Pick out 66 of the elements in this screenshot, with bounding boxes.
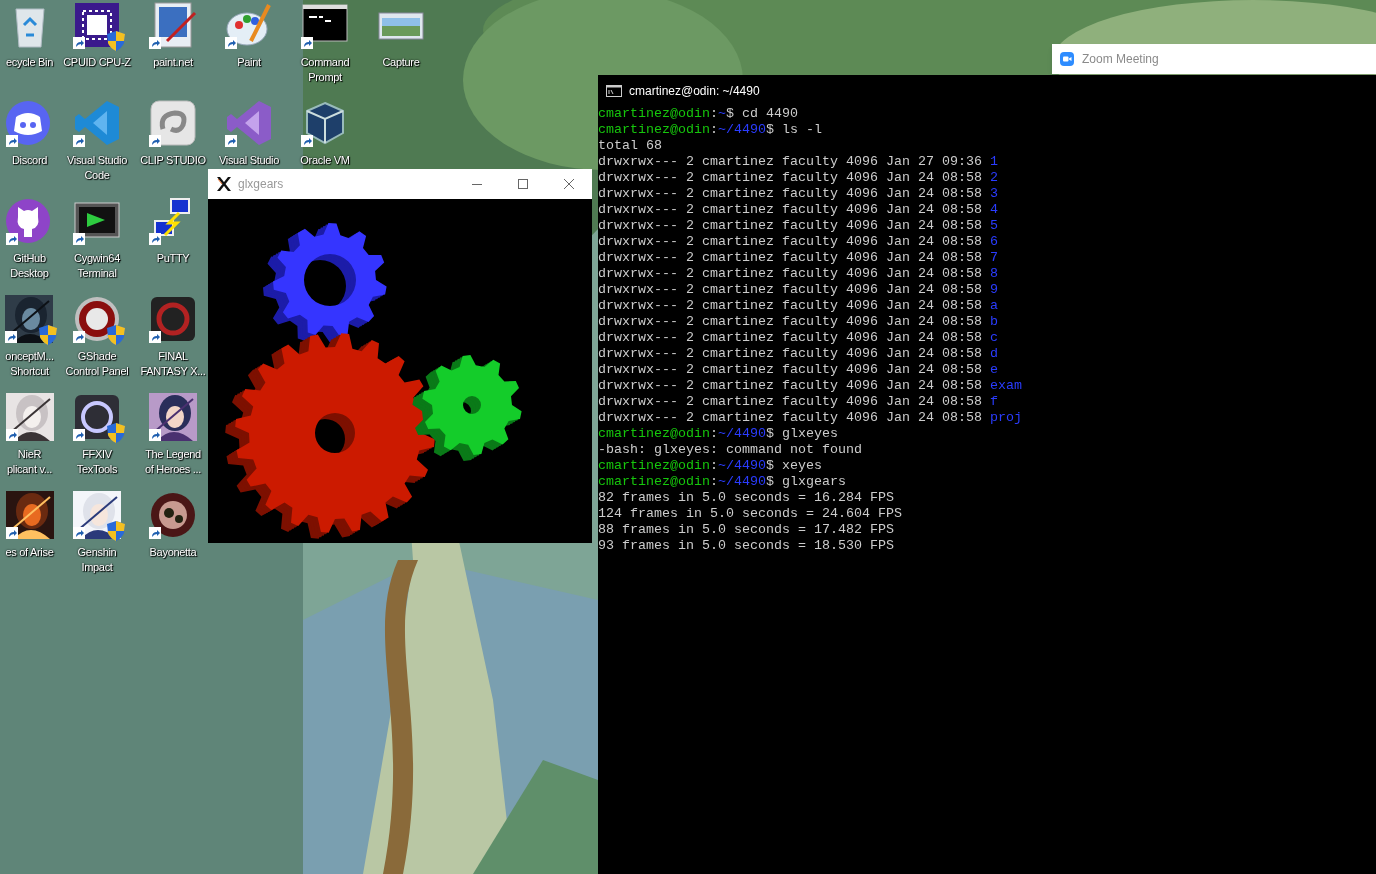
console-icon: [606, 84, 622, 97]
terminal-line: drwxrwx--- 2 cmartinez faculty 4096 Jan 24 08:58 f: [598, 394, 998, 410]
icon-label[interactable]: FINAL FANTASY X...: [140, 349, 206, 379]
terminal-line: drwxrwx--- 2 cmartinez faculty 4096 Jan 24 08:58 5: [598, 218, 998, 234]
ribbon-icon: [73, 99, 121, 147]
terminal-line: drwxrwx--- 2 cmartinez faculty 4096 Jan 24 08:58 a: [598, 298, 998, 314]
video-camera-icon: [1060, 52, 1074, 66]
window-title: Zoom Meeting: [1082, 51, 1159, 68]
terminal-line: drwxrwx--- 2 cmartinez faculty 4096 Jan 24 08:58 c: [598, 330, 998, 346]
window-title: cmartinez@odin: ~/4490: [629, 82, 760, 100]
minimize-icon: [472, 183, 482, 185]
icon-label[interactable]: CPUID CPU-Z: [63, 55, 131, 70]
icon-label[interactable]: Paint: [237, 55, 261, 70]
terminal-line: drwxrwx--- 2 cmartinez faculty 4096 Jan 24 08:58 proj: [598, 410, 1022, 426]
icon-label[interactable]: Capture: [382, 55, 420, 70]
icon-label[interactable]: Bayonetta: [149, 545, 197, 560]
terminal-line: 82 frames in 5.0 seconds = 16.284 FPS: [598, 490, 894, 506]
icon-label[interactable]: Visual Studio: [218, 153, 280, 168]
terminal-line: drwxrwx--- 2 cmartinez faculty 4096 Jan 24 08:58 9: [598, 282, 998, 298]
terminal-line: -bash: glxeyes: command not found: [598, 442, 862, 458]
icon-label[interactable]: CLIP STUDIO: [140, 153, 206, 168]
terminal-line: drwxrwx--- 2 cmartinez faculty 4096 Jan 27 09:36 1: [598, 154, 998, 170]
terminal-line: drwxrwx--- 2 cmartinez faculty 4096 Jan 24 08:58 3: [598, 186, 998, 202]
terminal-line: drwxrwx--- 2 cmartinez faculty 4096 Jan 24 08:58 4: [598, 202, 998, 218]
terminal-line: 124 frames in 5.0 seconds = 24.604 FPS: [598, 506, 902, 522]
terminal-line: cmartinez@odin:~/4490$ glxgears: [598, 474, 846, 490]
icon-label[interactable]: ecycle Bin: [5, 55, 54, 70]
maximize-icon: [518, 179, 528, 189]
icon-label[interactable]: The Legend of Heroes ...: [145, 447, 201, 477]
window-title: glxgears: [238, 176, 284, 193]
terminal-line: cmartinez@odin:~/4490$ ls -l: [598, 122, 822, 138]
ribbon-icon: [225, 99, 273, 147]
terminal-line: drwxrwx--- 2 cmartinez faculty 4096 Jan 24 08:58 e: [598, 362, 998, 378]
round-emblem-icon: [149, 491, 197, 539]
terminal-line: drwxrwx--- 2 cmartinez faculty 4096 Jan 24 08:58 exam: [598, 378, 1022, 394]
terminal-line: cmartinez@odin:~/4490$ glxeyes: [598, 426, 838, 442]
terminal-line: cmartinez@odin:~/4490$ xeyes: [598, 458, 822, 474]
terminal-line: drwxrwx--- 2 cmartinez faculty 4096 Jan 24 08:58 7: [598, 250, 998, 266]
swirl-icon: [149, 99, 197, 147]
terminal-line: drwxrwx--- 2 cmartinez faculty 4096 Jan 24 08:58 b: [598, 314, 998, 330]
icon-label[interactable]: GitHub Desktop: [10, 251, 49, 281]
terminal-line: total 68: [598, 138, 662, 154]
terminal-line: 88 frames in 5.0 seconds = 17.482 FPS: [598, 522, 894, 538]
icon-label[interactable]: GShade Control Panel: [65, 349, 129, 379]
terminal-line: drwxrwx--- 2 cmartinez faculty 4096 Jan 24 08:58 6: [598, 234, 998, 250]
icon-label[interactable]: FFXIV TexTools: [76, 447, 118, 477]
terminal-line: cmartinez@odin:~$ cd 4490: [598, 106, 798, 122]
palette-icon: [225, 1, 273, 49]
x-logo-icon: [216, 176, 232, 192]
ring-icon: [149, 295, 197, 343]
terminal-line: drwxrwx--- 2 cmartinez faculty 4096 Jan 24 08:58 8: [598, 266, 998, 282]
terminal-line: drwxrwx--- 2 cmartinez faculty 4096 Jan 24 08:58 d: [598, 346, 998, 362]
terminal-line: drwxrwx--- 2 cmartinez faculty 4096 Jan 24 08:58 2: [598, 170, 998, 186]
icon-label[interactable]: Oracle VM: [300, 153, 350, 168]
icon-label[interactable]: es of Arise: [5, 545, 54, 560]
icon-label[interactable]: onceptM... Shortcut: [5, 349, 54, 379]
icon-label[interactable]: NieR plicant v...: [6, 447, 53, 477]
icon-label[interactable]: paint.net: [153, 55, 193, 70]
icon-label[interactable]: Visual Studio Code: [66, 153, 128, 183]
icon-label[interactable]: Genshin Impact: [77, 545, 117, 575]
icon-label[interactable]: Discord: [11, 153, 48, 168]
terminal-line: 93 frames in 5.0 seconds = 18.530 FPS: [598, 538, 894, 554]
icon-label[interactable]: Cygwin64 Terminal: [74, 251, 120, 281]
icon-label[interactable]: Command Prompt: [300, 55, 350, 85]
close-icon: [564, 179, 574, 189]
icon-label[interactable]: PuTTY: [156, 251, 190, 266]
